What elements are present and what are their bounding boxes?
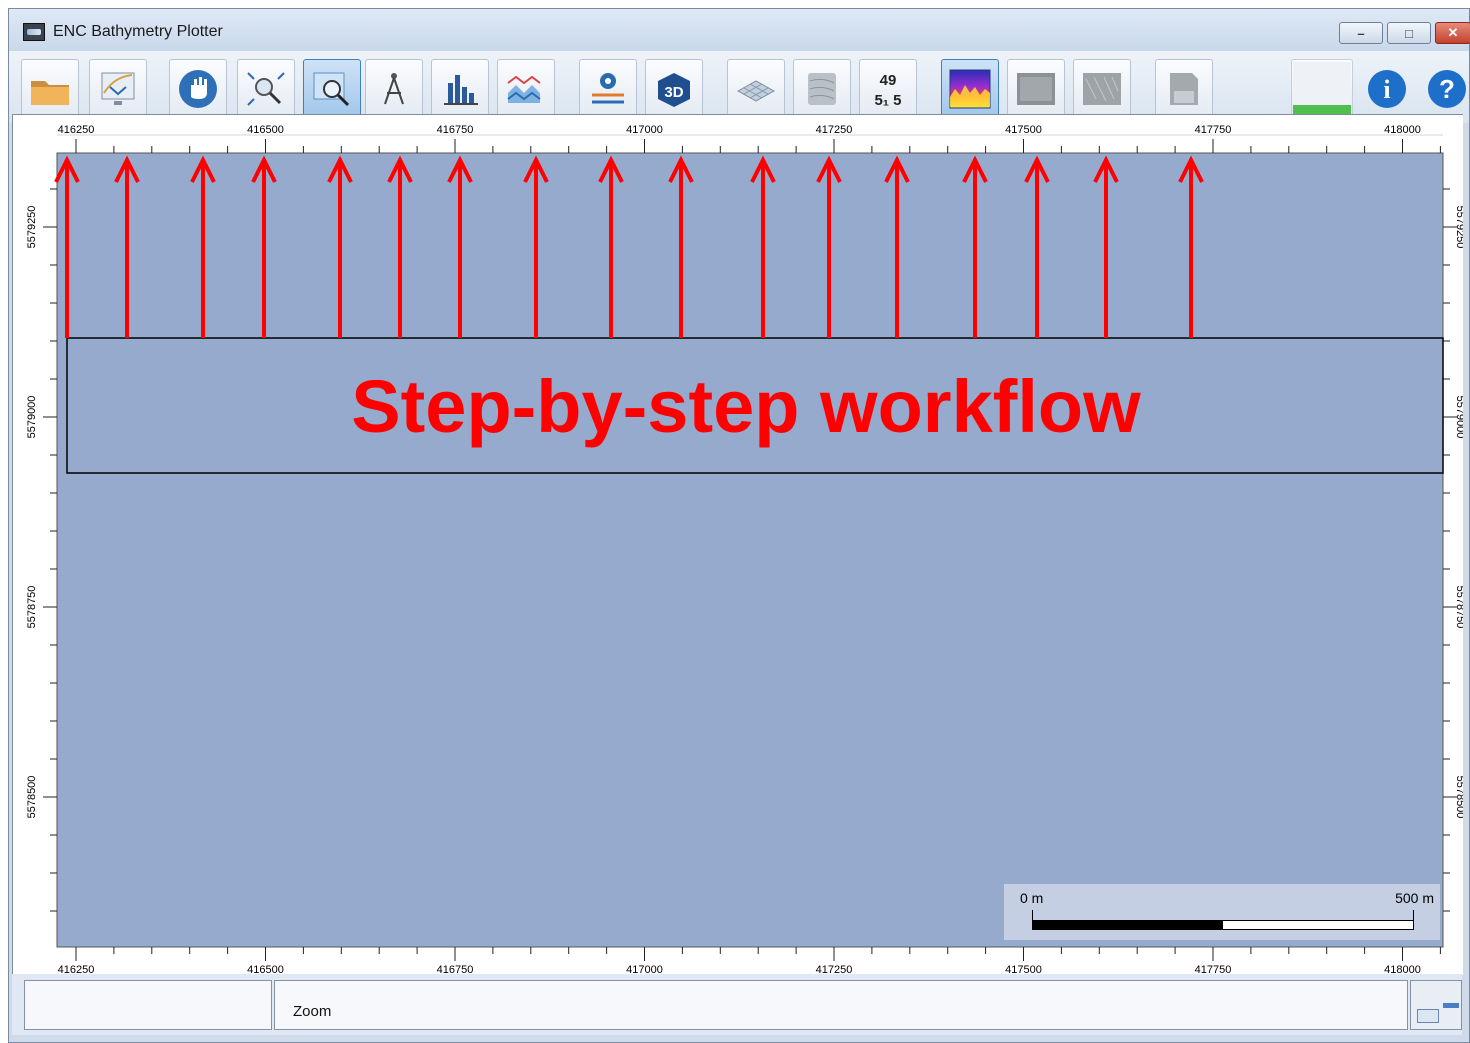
pan-button[interactable] [169,59,227,119]
y-tick-label-right: 5578500 [1454,776,1463,819]
info-button[interactable]: i [1359,59,1415,119]
y-tick-label-right: 5578750 [1454,586,1463,629]
bar-chart-icon [444,75,478,105]
import-chart-button[interactable] [89,59,147,119]
maximize-button[interactable]: □ [1387,22,1431,44]
contours-icon [808,73,836,105]
x-tick-label-top: 416500 [247,124,284,136]
shaded-relief-button[interactable] [1007,59,1065,119]
x-tick-label-top: 416750 [437,124,474,136]
measure-button[interactable] [365,59,423,119]
histogram-button[interactable] [431,59,489,119]
status-pane-mode: Zoom [274,980,1408,1030]
folder-icon [31,81,69,105]
status-pane-left [24,980,272,1030]
layout-icon[interactable] [1417,1009,1439,1023]
y-tick-label-left: 5578500 [26,776,38,819]
soundings-bottom-label: 5₁ 5 [874,92,901,109]
help-icon: ? [1428,70,1466,108]
profile-icon [507,75,541,103]
gear-sliders-icon [592,73,624,104]
y-tick-label-right: 5579250 [1454,206,1463,249]
scale-bar-fill [1033,921,1223,929]
zoom-icon [313,72,350,107]
zoom-button[interactable] [303,59,361,119]
y-tick-label-left: 5579250 [26,206,38,249]
compass-icon [384,73,404,105]
x-tick-label-top: 417750 [1195,124,1232,136]
soundings-top-label: 49 [880,72,897,89]
toolbar: 3D 49 5₁ 5 i ? [9,51,1469,123]
scale-bar: 0 m 500 m [1004,884,1440,940]
svg-text:3D: 3D [664,84,683,101]
scale-tick-right [1413,910,1414,930]
zoom-extent-button[interactable] [237,59,295,119]
status-bar: Zoom [12,974,1462,1035]
help-label: ? [1439,74,1455,104]
profile-button[interactable] [497,59,555,119]
y-tick-label-right: 5579000 [1454,396,1463,439]
progress-icon [1293,62,1351,116]
map-view[interactable]: 416250 416250 416500 416500 416750 416750 4170… [12,114,1463,975]
grid-surface-button[interactable] [727,59,785,119]
help-button[interactable]: ? [1419,59,1470,119]
minimize-button[interactable]: – [1339,22,1383,44]
disk-icon [1170,73,1198,105]
window-title: ENC Bathymetry Plotter [53,23,223,40]
app-icon [23,23,45,41]
grid-surface-icon [736,80,776,102]
hand-icon [179,70,217,108]
progress-indicator [1291,59,1353,119]
x-tick-label-top: 417250 [816,124,853,136]
info-label: i [1383,75,1390,104]
title-bar[interactable]: ENC Bathymetry Plotter – □ ✕ [9,9,1470,51]
color-depth-icon [949,69,991,109]
x-tick-label-top: 416250 [58,124,95,136]
x-tick-label-top: 417000 [626,124,663,136]
texture-icon [1083,73,1121,105]
magnify-extent-icon [247,72,285,106]
open-folder-button[interactable] [21,59,79,119]
status-pane-icons [1410,980,1462,1030]
y-tick-label-left: 5579000 [26,396,38,439]
close-button[interactable]: ✕ [1435,22,1470,44]
3d-icon: 3D [658,73,690,107]
save-button[interactable] [1155,59,1213,119]
scale-right-label: 500 m [1395,890,1434,906]
soundings-icon: 49 5₁ 5 [874,72,901,109]
minimize-panel-icon[interactable] [1443,1003,1459,1008]
map-canvas[interactable]: 4162504162504165004165004167504167504170… [13,115,1463,975]
scale-bar-track [1032,920,1414,930]
scale-left-label: 0 m [1020,890,1044,906]
contours-button[interactable] [793,59,851,119]
chart-download-icon [101,72,135,105]
x-tick-label-top: 417500 [1005,124,1042,136]
scale-tick-left [1032,910,1033,930]
info-icon: i [1368,70,1406,108]
soundings-button[interactable]: 49 5₁ 5 [859,59,917,119]
x-tick-label-top: 418000 [1384,124,1421,136]
status-mode-text: Zoom [293,1003,332,1020]
view-3d-button[interactable]: 3D [645,59,703,119]
y-tick-label-left: 5578750 [26,586,38,629]
map-data-area[interactable] [56,152,1444,948]
settings-button[interactable] [579,59,637,119]
color-depth-button[interactable] [941,59,999,119]
texture-button[interactable] [1073,59,1131,119]
shaded-relief-icon [1017,73,1055,105]
